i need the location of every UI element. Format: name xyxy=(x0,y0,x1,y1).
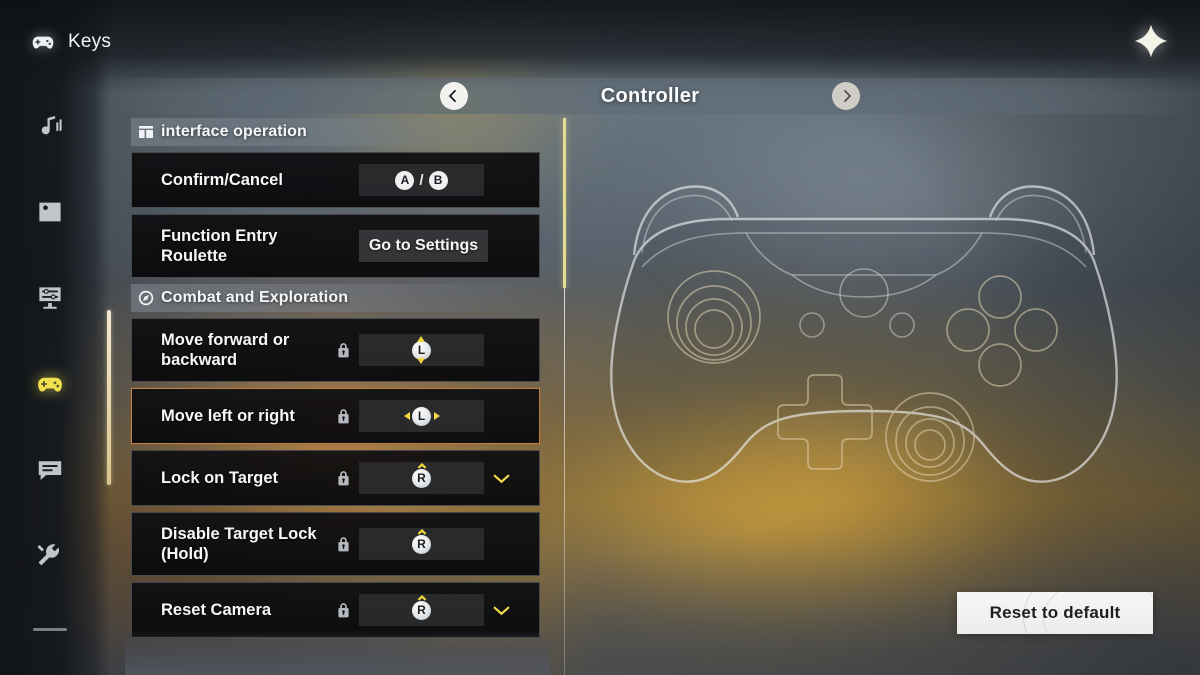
section-header-bar: Controller xyxy=(100,78,1200,114)
keybinding-row[interactable]: Move forward or backward L xyxy=(131,318,540,382)
chevron-left-icon xyxy=(447,89,461,103)
keybinding-value[interactable]: R xyxy=(359,594,484,626)
stick-l-icon: L xyxy=(402,336,442,364)
keybinding-text: Go to Settings xyxy=(368,237,479,254)
window-title-bar: Keys xyxy=(30,29,111,55)
keybinding-label: Lock on Target xyxy=(161,469,279,487)
keybinding-value[interactable]: A / B xyxy=(359,164,484,196)
sidebar-item-subtitles[interactable] xyxy=(28,448,72,492)
keybinding-row[interactable]: Lock on Target R xyxy=(131,450,540,506)
lock-icon xyxy=(333,536,353,552)
stick-r-icon: R xyxy=(402,463,442,491)
stick-l-icon: L xyxy=(402,403,442,429)
arrow-lf-icon xyxy=(403,411,410,420)
window-title: Keys xyxy=(68,31,112,52)
button-b-icon: B xyxy=(428,170,448,190)
lock-icon xyxy=(333,470,353,486)
stick-press-icon xyxy=(417,595,427,602)
chevron-down-icon[interactable] xyxy=(488,604,514,616)
keybinding-value[interactable]: R xyxy=(359,462,484,494)
keybinding-value[interactable]: L xyxy=(359,400,484,432)
image-picture-icon xyxy=(35,197,65,227)
stick-press-icon xyxy=(417,529,427,536)
chevron-down-icon[interactable] xyxy=(488,472,514,484)
sidebar-divider xyxy=(33,628,67,631)
stick-label: R xyxy=(412,468,431,488)
prev-category-button[interactable] xyxy=(440,82,468,110)
music-note-icon xyxy=(35,111,65,141)
controller-outline-diagram xyxy=(596,175,1132,495)
list-scrollbar[interactable] xyxy=(107,310,111,485)
keybinding-row[interactable]: Confirm/Cancel A / B xyxy=(131,152,540,208)
panel-divider xyxy=(563,118,566,675)
lock-icon xyxy=(333,602,353,618)
section-header: Combat and Exploration xyxy=(131,284,540,312)
reset-to-default-label: Reset to default xyxy=(989,603,1121,622)
next-category-button[interactable] xyxy=(832,82,860,110)
keybinding-value[interactable]: Go to Settings xyxy=(359,230,488,262)
keybinding-value[interactable]: L xyxy=(359,334,484,366)
keybinding-row[interactable]: Disable Target Lock (Hold) R xyxy=(131,512,540,576)
reset-to-default-button[interactable]: Reset to default xyxy=(957,592,1153,634)
stick-r-icon: R xyxy=(402,595,442,623)
keybinding-row[interactable]: Move left or right L xyxy=(131,388,540,444)
stick-press-icon xyxy=(417,463,427,470)
sidebar xyxy=(0,0,108,675)
sidebar-item-display[interactable] xyxy=(28,276,72,320)
divider-accent-bar xyxy=(563,118,566,288)
layout-grid-icon xyxy=(138,124,154,140)
stick-label: R xyxy=(412,534,431,554)
lock-icon xyxy=(333,408,353,424)
stick-r-icon: R xyxy=(402,529,442,557)
section-title: interface operation xyxy=(161,123,307,140)
sidebar-item-audio[interactable] xyxy=(28,104,72,148)
keybinding-value[interactable]: R xyxy=(359,528,484,560)
keybinding-label: Reset Camera xyxy=(161,601,272,619)
keybinding-label: Disable Target Lock (Hold) xyxy=(161,525,317,563)
chevron-right-icon xyxy=(839,89,853,103)
sidebar-item-graphics[interactable] xyxy=(28,190,72,234)
keybinding-label: Function Entry Roulette xyxy=(161,227,278,265)
button-a-icon: A xyxy=(395,170,415,190)
gamepad-icon xyxy=(30,29,56,55)
display-sliders-icon xyxy=(35,283,65,313)
arrow-dn-icon xyxy=(417,358,425,364)
category-title: Controller xyxy=(600,84,700,107)
arrow-rt-icon xyxy=(433,411,440,420)
wrench-tool-icon xyxy=(35,541,65,571)
stick-label: R xyxy=(412,600,431,620)
section-header: interface operation xyxy=(131,118,540,146)
gamepad-icon xyxy=(35,369,65,399)
close-star-icon[interactable] xyxy=(1128,18,1174,64)
keybinding-row[interactable]: Function Entry Roulette Go to Settings xyxy=(131,214,540,278)
keybinding-label: Move left or right xyxy=(161,407,295,425)
stick-label: L xyxy=(412,406,431,426)
stick-label: L xyxy=(412,340,431,360)
arrow-up-icon xyxy=(417,336,425,342)
keybinding-list[interactable]: interface operation Confirm/Cancel A / B Func… xyxy=(131,118,540,675)
list-bottom-fade xyxy=(125,630,550,675)
separator: / xyxy=(419,171,424,189)
compass-icon xyxy=(138,290,154,306)
keybinding-label: Confirm/Cancel xyxy=(161,171,283,189)
divider-line xyxy=(564,288,565,675)
speech-lines-icon xyxy=(35,455,65,485)
sidebar-item-controller[interactable] xyxy=(28,362,72,406)
section-title: Combat and Exploration xyxy=(161,289,349,306)
lock-icon xyxy=(333,342,353,358)
sidebar-item-other[interactable] xyxy=(28,534,72,578)
keybinding-label: Move forward or backward xyxy=(161,331,290,369)
